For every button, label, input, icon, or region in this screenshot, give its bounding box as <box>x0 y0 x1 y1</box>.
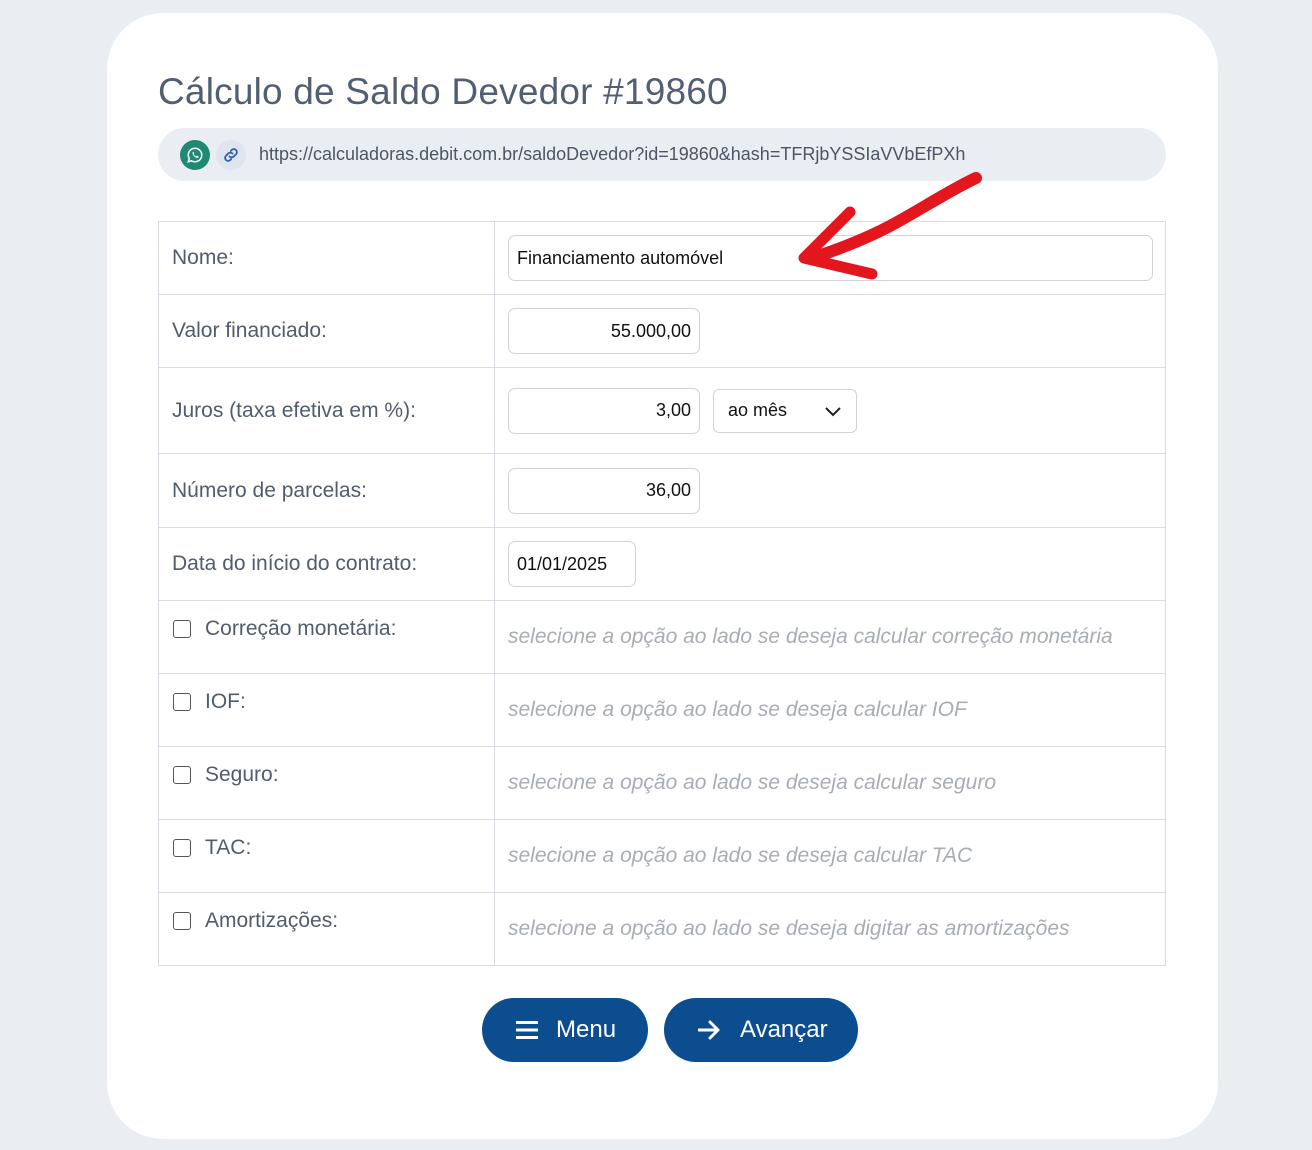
chevron-down-icon <box>825 406 841 416</box>
whatsapp-icon[interactable] <box>180 139 210 170</box>
page-title: Cálculo de Saldo Devedor #19860 <box>158 71 728 112</box>
juros-label: Juros (taxa efetiva em %): <box>158 367 495 454</box>
iof-checkbox[interactable] <box>173 693 191 711</box>
correcao-hint: selecione a opção ao lado se deseja calc… <box>508 625 1113 648</box>
menu-button-label: Menu <box>556 1016 617 1043</box>
parcelas-label: Número de parcelas: <box>158 453 495 528</box>
share-url-bar: https://calculadoras.debit.com.br/saldoD… <box>158 128 1166 181</box>
tac-checkbox[interactable] <box>173 839 191 857</box>
amortizacoes-hint: selecione a opção ao lado se deseja digi… <box>508 917 1070 940</box>
tac-hint: selecione a opção ao lado se deseja calc… <box>508 844 973 867</box>
form-row-parcelas: Número de parcelas: 36,00 <box>158 453 1166 528</box>
form-row-tac: TAC: selecione a opção ao lado se deseja… <box>158 819 1166 893</box>
seguro-checkbox[interactable] <box>173 766 191 784</box>
calculator-card: Cálculo de Saldo Devedor #19860 https://… <box>107 13 1218 1139</box>
data-label: Data do início do contrato: <box>158 527 495 601</box>
seguro-hint: selecione a opção ao lado se deseja calc… <box>508 771 996 794</box>
link-icon[interactable] <box>216 139 246 170</box>
amortizacoes-checkbox[interactable] <box>173 912 191 930</box>
share-url[interactable]: https://calculadoras.debit.com.br/saldoD… <box>259 144 965 165</box>
form-row-amortizacoes: Amortizações: selecione a opção ao lado … <box>158 892 1166 966</box>
tac-label: TAC: <box>205 836 252 859</box>
form-row-juros: Juros (taxa efetiva em %): 3,00 ao mês <box>158 367 1166 454</box>
form-row-valor: Valor financiado: 55.000,00 <box>158 294 1166 368</box>
data-input[interactable]: 01/01/2025 <box>508 541 636 587</box>
valor-input[interactable]: 55.000,00 <box>508 308 700 354</box>
form-row-iof: IOF: selecione a opção ao lado se deseja… <box>158 673 1166 747</box>
nome-label: Nome: <box>158 221 495 295</box>
correcao-checkbox[interactable] <box>173 620 191 638</box>
parcelas-input[interactable]: 36,00 <box>508 467 700 514</box>
red-arrow-annotation <box>798 172 982 280</box>
juros-period-select[interactable]: ao mês <box>713 388 857 433</box>
iof-label: IOF: <box>205 690 246 713</box>
arrow-right-icon <box>698 1020 722 1040</box>
iof-hint: selecione a opção ao lado se deseja calc… <box>508 698 967 721</box>
juros-input[interactable]: 3,00 <box>508 387 700 434</box>
menu-button[interactable]: Menu <box>482 998 648 1062</box>
next-button[interactable]: Avançar <box>664 998 858 1062</box>
correcao-label: Correção monetária: <box>205 617 397 640</box>
form-row-nome: Nome: Financiamento automóvel <box>158 221 1166 295</box>
calculation-form: Nome: Financiamento automóvel Valor fina… <box>158 221 1166 966</box>
amortizacoes-label: Amortizações: <box>205 909 339 932</box>
form-row-seguro: Seguro: selecione a opção ao lado se des… <box>158 746 1166 820</box>
form-row-correcao: Correção monetária: selecione a opção ao… <box>158 600 1166 674</box>
hamburger-icon <box>516 1020 538 1040</box>
next-button-label: Avançar <box>740 1016 828 1043</box>
form-row-data: Data do início do contrato: 01/01/2025 <box>158 527 1166 601</box>
valor-label: Valor financiado: <box>158 294 495 368</box>
juros-period-value: ao mês <box>728 400 788 420</box>
seguro-label: Seguro: <box>205 763 279 786</box>
